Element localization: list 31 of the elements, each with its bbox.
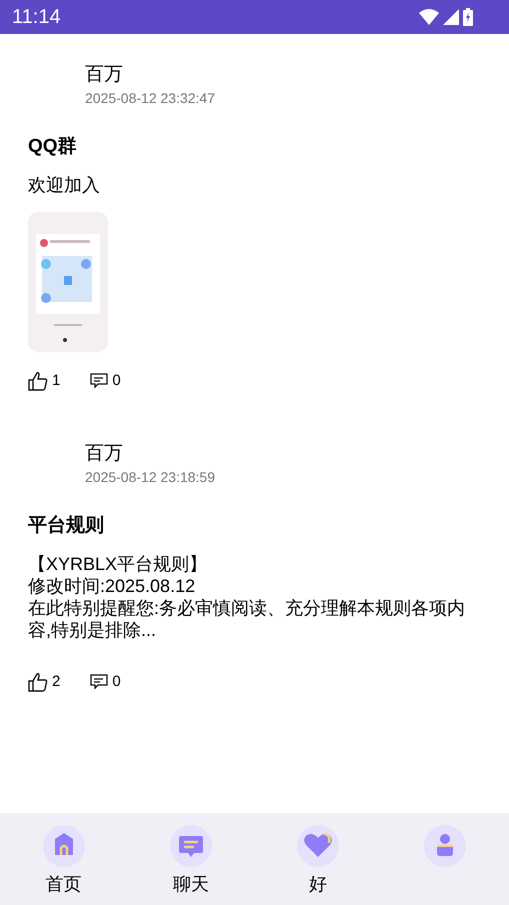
author-name: 百万 [85, 442, 124, 466]
nav-tab[interactable]: 首页 [0, 825, 128, 905]
thumbs-up-icon [28, 672, 48, 692]
house-icon [42, 825, 85, 867]
post-text: 修改时间:2025.08.12 [28, 574, 196, 596]
post-text: 【XYRBLX平台规则】 [28, 552, 208, 574]
signal-icon [443, 9, 459, 25]
post-title: 平台规则 [28, 514, 105, 538]
author-name: 百万 [85, 63, 124, 87]
post-time: 2025-08-12 23:18:59 [85, 468, 216, 486]
post-text: 在此特别提醒您:务必审慎阅读、充分理解本规则各项内容,特别是排除... [28, 596, 466, 640]
comment-icon [90, 373, 108, 390]
comment-button[interactable]: 0 [90, 370, 121, 392]
like-button[interactable]: 1 [28, 370, 60, 392]
nav-tab[interactable]: 聊天 [127, 825, 254, 905]
thumbs-up-icon [28, 371, 48, 392]
nav-tab[interactable]: 好 [254, 825, 382, 905]
like-button[interactable]: 2 [28, 670, 60, 693]
post-title: QQ群 [28, 135, 78, 159]
comment-icon [90, 674, 108, 690]
nav-label: 聊天 [172, 873, 209, 896]
battery-icon [463, 8, 473, 26]
status-time: 11:14 [12, 5, 61, 30]
person-icon [424, 825, 466, 867]
post-text: 欢迎加入 [28, 174, 101, 196]
comment-button[interactable]: 0 [90, 670, 121, 693]
wifi-icon [419, 9, 439, 25]
nav-label: 好 [309, 873, 328, 896]
chat-bubble-icon [170, 825, 212, 867]
nav-label: 首页 [46, 873, 82, 896]
post-time: 2025-08-12 23:32:47 [85, 89, 216, 108]
